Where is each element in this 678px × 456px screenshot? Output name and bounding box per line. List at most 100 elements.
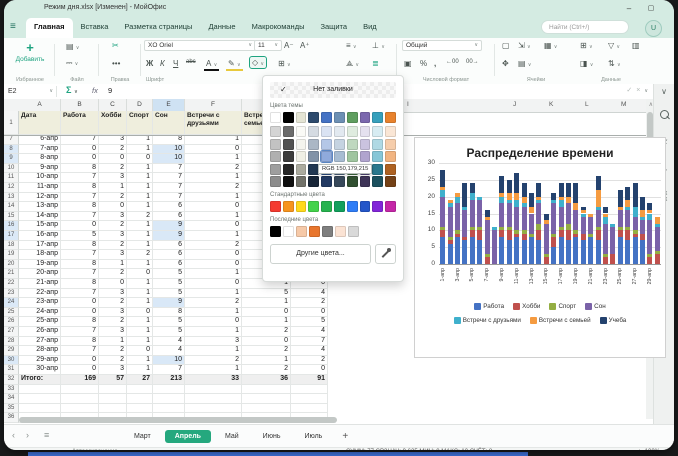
menu-tab-Данные[interactable]: Данные [200, 18, 243, 38]
bar-23-апр-Встречи с семьей[interactable] [603, 214, 608, 217]
theme-shade-2-0[interactable] [296, 126, 307, 137]
no-fill-option[interactable]: ✓Нет заливки [270, 82, 396, 98]
row-number-30[interactable]: 30 [4, 356, 19, 366]
cell-E34[interactable] [153, 394, 185, 404]
theme-color-8[interactable] [372, 112, 383, 123]
cell-A16[interactable]: 15-апр [19, 221, 61, 231]
italic-button[interactable]: К [158, 58, 167, 69]
bar-12-апр-Сон[interactable] [522, 207, 527, 231]
bar-9-апр-Сон[interactable] [499, 203, 504, 227]
cell-C33[interactable] [99, 385, 127, 395]
strikethrough-button[interactable]: abc [184, 58, 198, 66]
theme-shade-0-2[interactable] [270, 151, 281, 162]
bar-19-апр-Спорт[interactable] [573, 230, 578, 233]
recent-color-4[interactable] [322, 226, 333, 237]
recent-color-6[interactable] [348, 226, 359, 237]
legend-item-Спорт[interactable]: Спорт [549, 303, 576, 310]
cell-A19[interactable]: 18-апр [19, 250, 61, 260]
cell-B29[interactable]: 7 [61, 346, 99, 356]
menu-tab-Защита[interactable]: Защита [312, 18, 355, 38]
row-number-13[interactable]: 13 [4, 193, 19, 203]
bar-17-апр-Работа[interactable] [559, 237, 564, 264]
bar-25-апр-Учеба[interactable] [618, 190, 623, 207]
cell-D35[interactable] [127, 404, 153, 414]
cell-D24[interactable]: 1 [127, 298, 153, 308]
bar-19-апр-Работа[interactable] [573, 237, 578, 264]
theme-shade-1-3[interactable] [283, 164, 294, 175]
cell-E19[interactable]: 6 [153, 250, 185, 260]
cell-B30[interactable]: 0 [61, 356, 99, 366]
theme-shade-9-2[interactable] [385, 151, 396, 162]
theme-shade-9-3[interactable] [385, 164, 396, 175]
cell-B27[interactable]: 7 [61, 327, 99, 337]
cell-C21[interactable]: 2 [99, 269, 127, 279]
theme-shade-0-0[interactable] [270, 126, 281, 137]
bar-21-апр-Работа[interactable] [588, 237, 593, 264]
theme-color-7[interactable] [360, 112, 371, 123]
cell-F32[interactable]: 33 [185, 375, 242, 385]
font-name-select[interactable]: XO Oriel∨ [144, 40, 256, 51]
row-number-17[interactable]: 17 [4, 231, 19, 241]
cell-style-button[interactable]: ◨ ∨ [578, 58, 595, 69]
rotate-text-button[interactable]: ⟁ ∨ [344, 58, 361, 70]
bar-4-апр-Хобби[interactable] [462, 237, 467, 240]
bar-2-апр-Работа[interactable] [448, 244, 453, 264]
row-number-16[interactable]: 16 [4, 221, 19, 231]
cell-B8[interactable]: 0 [61, 145, 99, 155]
bar-21-апр-Спорт[interactable] [588, 234, 593, 237]
theme-shade-2-4[interactable] [296, 176, 307, 187]
row-number-32[interactable]: 32 [4, 375, 19, 385]
cell-A26[interactable]: 25-апр [19, 317, 61, 327]
bar-17-апр-Хобби[interactable] [559, 230, 564, 237]
cell-E28[interactable]: 4 [153, 337, 185, 347]
cell-C23[interactable]: 3 [99, 289, 127, 299]
cell-C34[interactable] [99, 394, 127, 404]
theme-shade-7-0[interactable] [360, 126, 371, 137]
cell-H24[interactable]: 2 [291, 298, 328, 308]
cell-C8[interactable]: 2 [99, 145, 127, 155]
column-header-C[interactable]: C [99, 99, 127, 111]
bar-9-апр-Учеба[interactable] [499, 176, 504, 193]
bar-16-апр-Сон[interactable] [551, 203, 556, 233]
bar-22-апр-Учеба[interactable] [596, 176, 601, 189]
cell-E14[interactable]: 6 [153, 202, 185, 212]
theme-shade-8-3[interactable] [372, 164, 383, 175]
cell-F8[interactable]: 0 [185, 145, 242, 155]
theme-shade-1-1[interactable] [283, 139, 294, 150]
search-input[interactable]: Найти (Ctrl+/) [541, 20, 629, 34]
cell-B31[interactable]: 0 [61, 365, 99, 375]
row-number-8[interactable]: 8 [4, 145, 19, 155]
legend-item-Встречи с семьей[interactable]: Встречи с семьей [530, 317, 591, 324]
bar-2-апр-Встречи с друзьями[interactable] [448, 203, 453, 206]
theme-shade-8-1[interactable] [372, 139, 383, 150]
cell-D30[interactable]: 1 [127, 356, 153, 366]
cell-B14[interactable]: 8 [61, 202, 99, 212]
cell-F35[interactable] [185, 404, 242, 414]
cell-F23[interactable]: 1 [185, 289, 242, 299]
cell-A10[interactable]: 9-апр [19, 164, 61, 174]
embedded-chart[interactable]: Распределение времени 0510152025301-апр3… [414, 137, 666, 358]
cell-E17[interactable]: 9 [153, 231, 185, 241]
cell-G33[interactable] [242, 385, 291, 395]
hamburger-icon[interactable]: ≡ [10, 21, 16, 32]
cell-A25[interactable]: 24-апр [19, 308, 61, 318]
bar-14-апр-Встречи с семьей[interactable] [536, 197, 541, 200]
cell-E27[interactable]: 5 [153, 327, 185, 337]
column-header-L[interactable]: L [585, 99, 589, 111]
row-number-9[interactable]: 9 [4, 154, 19, 164]
bar-16-апр-Хобби[interactable] [551, 237, 556, 247]
bar-23-апр-Сон[interactable] [603, 224, 608, 254]
bar-6-апр-Работа[interactable] [477, 240, 482, 264]
menu-tab-Вставка[interactable]: Вставка [73, 18, 117, 38]
bar-21-апр-Встречи с семьей[interactable] [588, 214, 593, 217]
bar-28-апр-Учеба[interactable] [640, 197, 645, 210]
bar-7-апр-Спорт[interactable] [485, 254, 490, 257]
cell-A9[interactable]: 8-апр [19, 154, 61, 164]
theme-color-5[interactable] [334, 112, 345, 123]
cell-A31[interactable]: 30-апр [19, 365, 61, 375]
cell-F7[interactable]: 1 [185, 135, 242, 145]
cell-B32[interactable]: 169 [61, 375, 99, 385]
bar-30-апр-Хобби[interactable] [655, 254, 660, 264]
cell-A18[interactable]: 17-апр [19, 241, 61, 251]
cell-E35[interactable] [153, 404, 185, 414]
